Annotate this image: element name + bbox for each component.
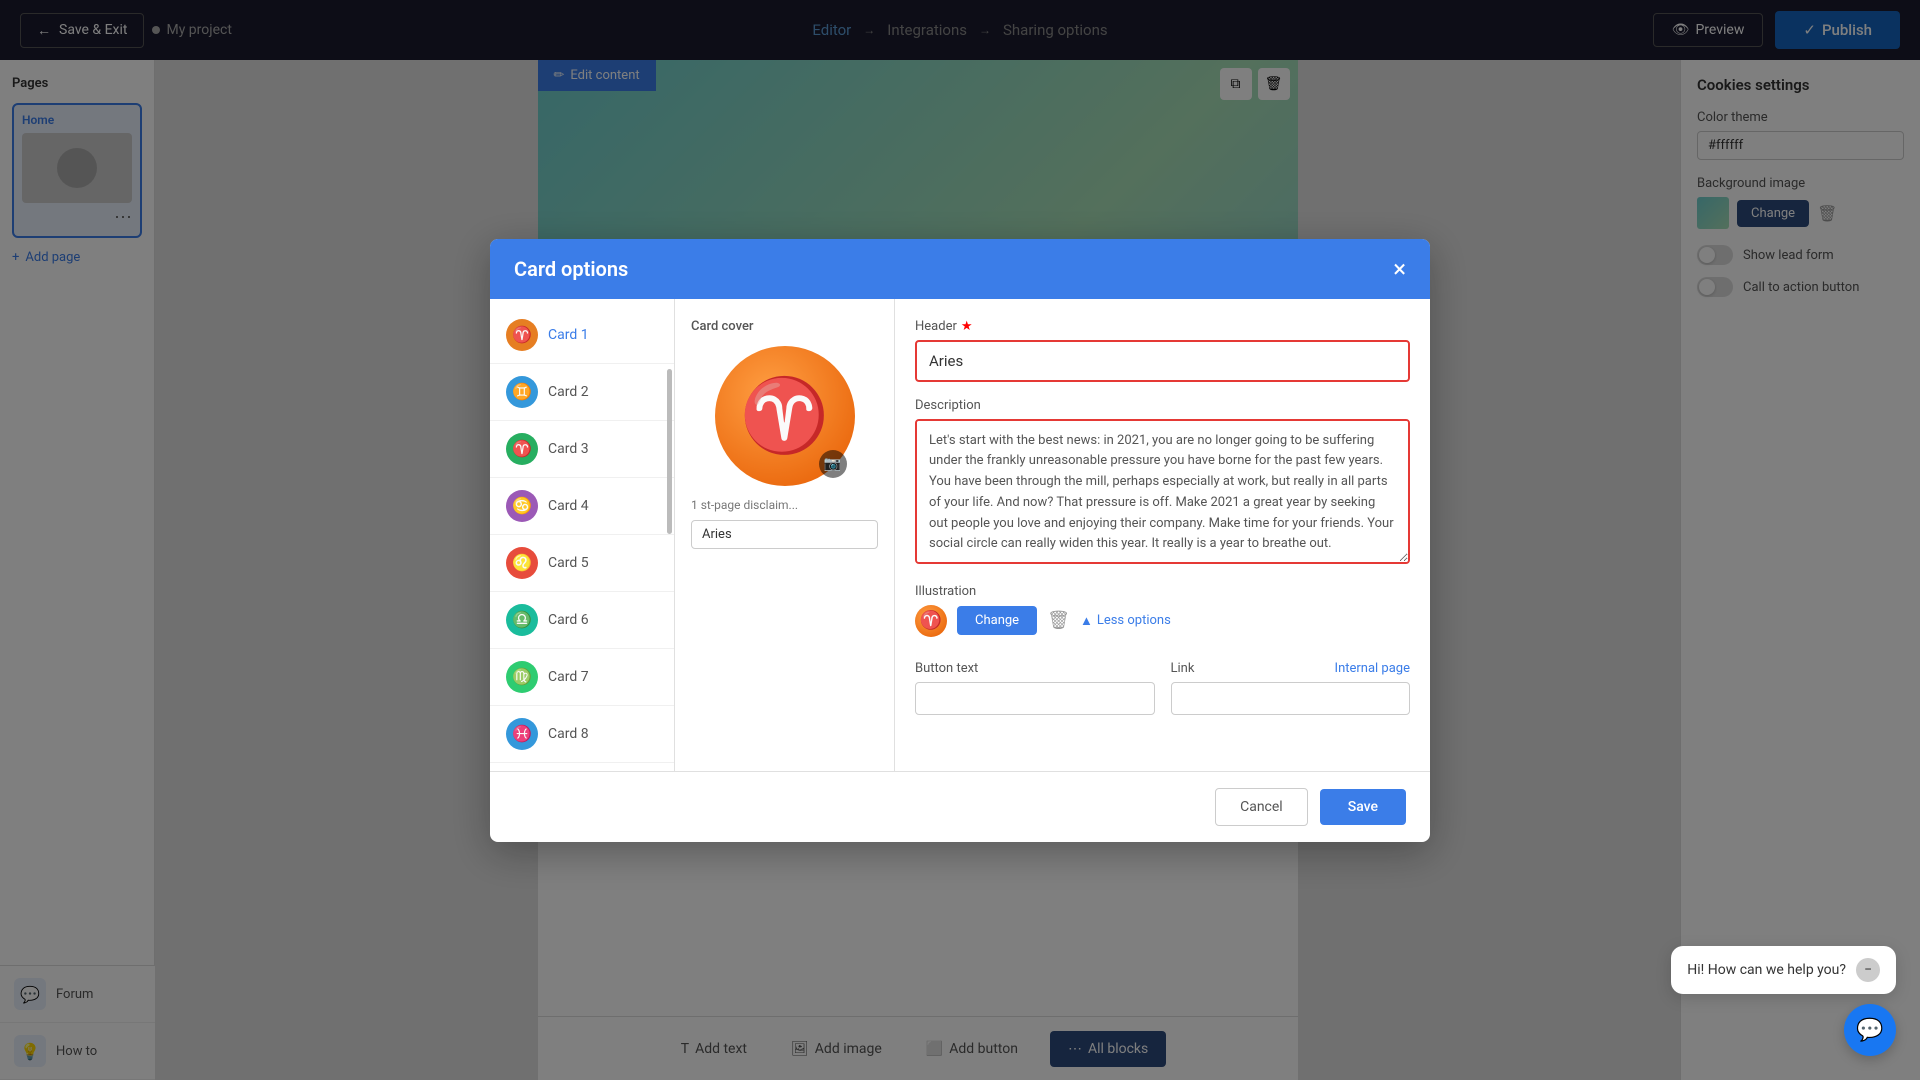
modal-footer: Cancel Save <box>490 771 1430 842</box>
cancel-button[interactable]: Cancel <box>1215 788 1308 826</box>
card-item-2[interactable]: ♊ Card 2 <box>490 364 674 421</box>
link-input[interactable] <box>1171 682 1411 715</box>
description-textarea[interactable]: Let's start with the best news: in 2021,… <box>915 419 1410 564</box>
card-5-label: Card 5 <box>548 555 589 571</box>
illustration-row: ♈ Change 🗑 ▲ Less options <box>915 605 1410 637</box>
disclaimer-input[interactable] <box>691 520 878 549</box>
illustration-section: Illustration ♈ Change 🗑 ▲ Less options <box>915 584 1410 645</box>
chat-close-button[interactable]: − <box>1856 958 1880 982</box>
card-item-7[interactable]: ♍ Card 7 <box>490 649 674 706</box>
card-2-icon: ♊ <box>506 376 538 408</box>
camera-icon: 📷 <box>819 450 847 478</box>
card-2-label: Card 2 <box>548 384 589 400</box>
card-item-5[interactable]: ♌ Card 5 <box>490 535 674 592</box>
modal-overlay[interactable]: Card options × ♈ Card 1 ♊ Card 2 ♈ Card … <box>0 0 1920 1080</box>
card-cover-label: Card cover <box>691 319 878 334</box>
header-field-label: Header ★ <box>915 319 1410 334</box>
card-7-label: Card 7 <box>548 669 589 685</box>
internal-page-link[interactable]: Internal page <box>1335 661 1410 676</box>
less-options-button[interactable]: ▲ Less options <box>1080 613 1171 629</box>
save-button[interactable]: Save <box>1320 789 1406 825</box>
modal-close-button[interactable]: × <box>1393 257 1406 281</box>
card-5-icon: ♌ <box>506 547 538 579</box>
button-text-input[interactable] <box>915 682 1155 715</box>
card-item-3[interactable]: ♈ Card 3 <box>490 421 674 478</box>
illustration-label: Illustration <box>915 584 1410 599</box>
required-star: ★ <box>961 319 973 334</box>
card-7-icon: ♍ <box>506 661 538 693</box>
button-text-group: Button text <box>915 661 1155 715</box>
modal-header: Card options × <box>490 239 1430 299</box>
card-cover-panel: Card cover ♈ 📷 1 st-page disclaim... <box>675 299 895 771</box>
header-field-group: Header ★ <box>915 319 1410 382</box>
chat-message: Hi! How can we help you? <box>1687 962 1846 978</box>
card-item-6[interactable]: ♎ Card 6 <box>490 592 674 649</box>
chat-fab-button[interactable]: 💬 <box>1844 1004 1896 1056</box>
illustration-change-button[interactable]: Change <box>957 606 1037 635</box>
card-item-4[interactable]: ♋ Card 4 <box>490 478 674 535</box>
link-label-row: Link Internal page <box>1171 661 1411 676</box>
card-6-label: Card 6 <box>548 612 589 628</box>
link-group: Link Internal page <box>1171 661 1411 715</box>
card-1-icon: ♈ <box>506 319 538 351</box>
button-text-label: Button text <box>915 661 1155 676</box>
modal-fields-panel: Header ★ Description Let's start with th… <box>895 299 1430 771</box>
chat-widget: Hi! How can we help you? − 💬 <box>1671 946 1896 1056</box>
card-8-icon: ♓ <box>506 718 538 750</box>
card-3-icon: ♈ <box>506 433 538 465</box>
button-link-row: Button text Link Internal page <box>915 661 1410 715</box>
description-field-label: Description <box>915 398 1410 413</box>
header-input[interactable] <box>915 340 1410 382</box>
scrollbar[interactable] <box>667 369 672 534</box>
card-8-label: Card 8 <box>548 726 589 742</box>
chevron-up-icon: ▲ <box>1080 613 1093 629</box>
disclaimer-label: 1 st-page disclaim... <box>691 498 878 512</box>
description-field-group: Description Let's start with the best ne… <box>915 398 1410 568</box>
card-1-label: Card 1 <box>548 327 589 343</box>
card-item-1[interactable]: ♈ Card 1 <box>490 307 674 364</box>
illustration-delete-button[interactable]: 🗑 <box>1047 610 1070 631</box>
card-cover-image[interactable]: ♈ 📷 <box>715 346 855 486</box>
card-item-8[interactable]: ♓ Card 8 <box>490 706 674 763</box>
card-list: ♈ Card 1 ♊ Card 2 ♈ Card 3 ♋ Card 4 ♌ <box>490 299 675 771</box>
card-options-modal: Card options × ♈ Card 1 ♊ Card 2 ♈ Card … <box>490 239 1430 842</box>
illustration-thumb: ♈ <box>915 605 947 637</box>
aries-symbol: ♈ <box>740 373 830 458</box>
modal-body: ♈ Card 1 ♊ Card 2 ♈ Card 3 ♋ Card 4 ♌ <box>490 299 1430 771</box>
card-3-label: Card 3 <box>548 441 589 457</box>
chat-bubble: Hi! How can we help you? − <box>1671 946 1896 994</box>
card-4-label: Card 4 <box>548 498 589 514</box>
card-6-icon: ♎ <box>506 604 538 636</box>
card-4-icon: ♋ <box>506 490 538 522</box>
modal-title: Card options <box>514 257 628 281</box>
messenger-icon: 💬 <box>1856 1018 1883 1043</box>
